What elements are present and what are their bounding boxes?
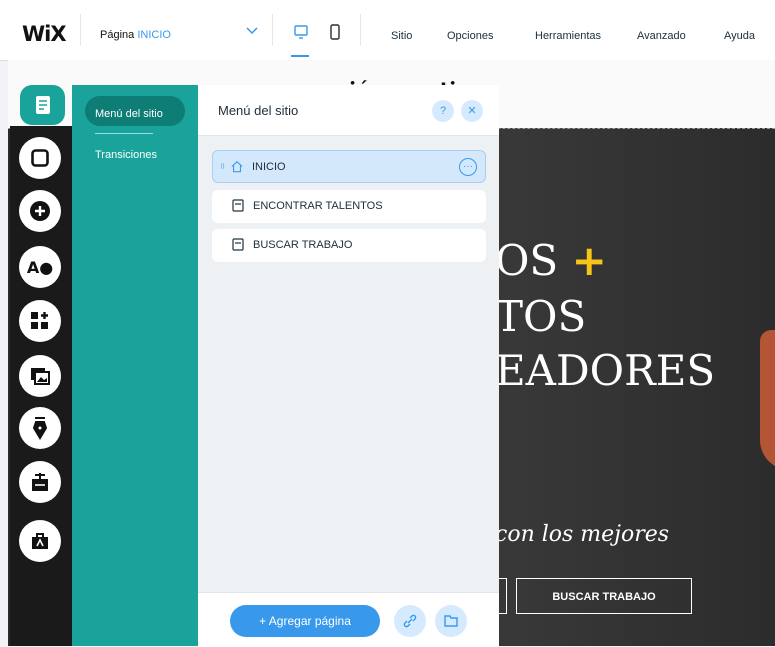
close-button[interactable]: ✕ <box>461 100 483 122</box>
media-icon <box>31 368 50 385</box>
blog-button[interactable] <box>19 407 61 449</box>
menu-ayuda[interactable]: Ayuda <box>724 30 755 42</box>
divider <box>360 14 361 46</box>
pen-nib-icon <box>32 417 48 440</box>
plus-circle-icon <box>30 201 50 221</box>
hero-photo <box>760 330 775 470</box>
add-elements-button[interactable] <box>19 190 61 232</box>
more-actions-button[interactable]: ··· <box>459 158 477 176</box>
menu-avanzado[interactable]: Avanzado <box>637 30 686 42</box>
menu-herramientas[interactable]: Herramientas <box>535 30 601 42</box>
drag-handle-icon[interactable]: ⠿ <box>220 163 225 171</box>
background-button[interactable] <box>19 137 61 179</box>
add-link-button[interactable] <box>394 605 426 637</box>
page-row-inicio[interactable]: ⠿ INICIO ··· <box>212 150 486 183</box>
site-menu-title: Menú del sitio <box>218 103 299 118</box>
page-row-buscar-trabajo[interactable]: BUSCAR TRABAJO <box>212 229 486 262</box>
wix-logo[interactable]: WiX <box>22 22 67 46</box>
page-icon <box>35 96 50 114</box>
page-row-encontrar-talentos[interactable]: ENCONTRAR TALENTOS <box>212 190 486 223</box>
page-icon <box>232 199 244 212</box>
page-prefix: Página <box>100 29 135 41</box>
mobile-view-icon[interactable] <box>327 24 343 40</box>
editor-topbar: WiX Página INICIO Sitio Opciones Herrami… <box>0 0 775 61</box>
page-selector[interactable]: Página INICIO <box>100 29 171 41</box>
page-label: INICIO <box>252 161 286 173</box>
add-page-button[interactable]: + Agregar página <box>230 605 380 637</box>
page-icon <box>232 238 244 251</box>
add-folder-button[interactable] <box>435 605 467 637</box>
divider <box>95 133 153 134</box>
desktop-view-icon[interactable] <box>293 24 309 40</box>
link-icon <box>403 614 417 628</box>
hero-line-2: TOS <box>495 292 587 341</box>
home-icon <box>231 161 243 173</box>
media-button[interactable] <box>19 355 61 397</box>
my-business-button[interactable] <box>19 520 61 562</box>
store-icon <box>32 473 48 491</box>
chevron-down-icon[interactable] <box>246 24 258 38</box>
divider <box>80 14 81 46</box>
apps-grid-icon <box>31 312 48 329</box>
buscar-trabajo-button[interactable]: BUSCAR TRABAJO <box>516 578 692 614</box>
menu-sitio[interactable]: Sitio <box>391 30 412 42</box>
pages-side-panel <box>72 85 198 646</box>
divider <box>272 14 273 46</box>
current-page-name: INICIO <box>137 29 171 41</box>
text-color-icon: A● <box>26 257 54 277</box>
folder-icon <box>444 615 458 627</box>
pages-menu-button[interactable] <box>20 85 65 125</box>
store-button[interactable] <box>19 461 61 503</box>
square-icon <box>31 149 49 167</box>
tab-transiciones[interactable]: Transiciones <box>95 149 157 161</box>
active-view-indicator <box>291 55 309 57</box>
design-button[interactable]: A● <box>19 246 61 288</box>
help-button[interactable]: ? <box>432 100 454 122</box>
add-apps-button[interactable] <box>19 300 61 342</box>
tab-menu-del-sitio-label[interactable]: Menú del sitio <box>95 108 163 120</box>
hero-line-1: OS + <box>495 236 607 285</box>
hero-line-3: EADORES <box>495 346 716 395</box>
hero-tagline: con los mejores <box>495 522 670 547</box>
page-label: BUSCAR TRABAJO <box>253 239 353 251</box>
page-label: ENCONTRAR TALENTOS <box>253 200 383 212</box>
briefcase-icon <box>32 533 48 549</box>
menu-opciones[interactable]: Opciones <box>447 30 493 42</box>
